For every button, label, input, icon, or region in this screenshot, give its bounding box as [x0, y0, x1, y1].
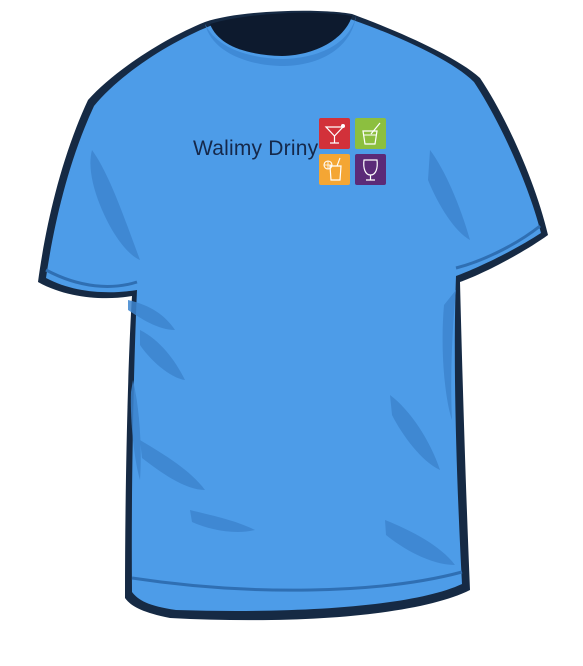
- tshirt-image: [38, 10, 548, 621]
- tile-bg: [319, 118, 350, 149]
- cocktail-glass-icon: [319, 118, 350, 149]
- logo-tile-wine: [355, 154, 386, 185]
- orange-drink-icon: [319, 154, 350, 185]
- logo-text: Walimy Driny: [193, 137, 319, 160]
- product-preview: Walimy Driny: [0, 0, 583, 661]
- logo-tile-juice: [355, 118, 386, 149]
- wine-glass-icon: [355, 154, 386, 185]
- logo-tile-orange: [319, 154, 350, 185]
- logo-tile-cocktail: [319, 118, 350, 149]
- juice-glass-straw-icon: [355, 118, 386, 149]
